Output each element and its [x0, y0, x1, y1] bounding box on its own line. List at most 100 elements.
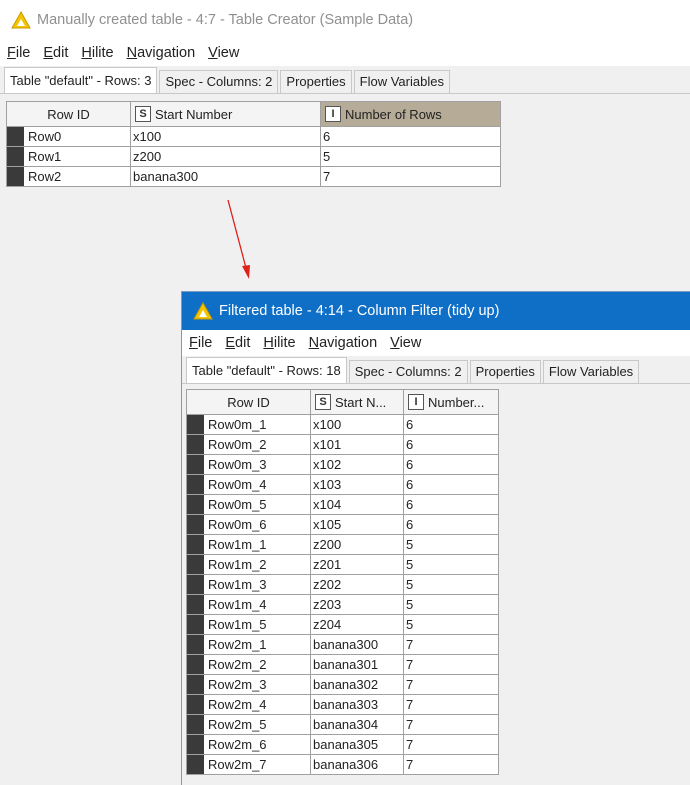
- number-of-rows-cell[interactable]: 6: [403, 434, 499, 455]
- tab-spec[interactable]: Spec - Columns: 2: [348, 360, 468, 383]
- start-number-cell[interactable]: x102: [310, 454, 404, 475]
- column-header-row-id[interactable]: Row ID: [6, 101, 131, 127]
- menu-hilite[interactable]: Hilite: [263, 335, 295, 351]
- number-of-rows-cell[interactable]: 5: [320, 146, 501, 167]
- table-row[interactable]: Row0m_3 x102 6: [186, 454, 499, 475]
- table-row[interactable]: Row1m_4 z203 5: [186, 594, 499, 615]
- table-row[interactable]: Row2m_2 banana301 7: [186, 654, 499, 675]
- row-id-cell[interactable]: Row0m_1: [186, 414, 311, 435]
- row-id-cell[interactable]: Row0m_2: [186, 434, 311, 455]
- menu-edit[interactable]: Edit: [43, 45, 68, 61]
- start-number-cell[interactable]: banana300: [130, 166, 321, 187]
- number-of-rows-cell[interactable]: 7: [320, 166, 501, 187]
- row-id-cell[interactable]: Row1m_1: [186, 534, 311, 555]
- number-of-rows-cell[interactable]: 6: [320, 126, 501, 147]
- number-of-rows-cell[interactable]: 5: [403, 574, 499, 595]
- number-of-rows-cell[interactable]: 6: [403, 494, 499, 515]
- table-row[interactable]: Row0m_4 x103 6: [186, 474, 499, 495]
- start-number-cell[interactable]: banana305: [310, 734, 404, 755]
- table-row[interactable]: Row1m_3 z202 5: [186, 574, 499, 595]
- number-of-rows-cell[interactable]: 7: [403, 754, 499, 775]
- number-of-rows-cell[interactable]: 6: [403, 514, 499, 535]
- start-number-cell[interactable]: x103: [310, 474, 404, 495]
- number-of-rows-cell[interactable]: 6: [403, 454, 499, 475]
- row-id-cell[interactable]: Row1m_4: [186, 594, 311, 615]
- row-id-cell[interactable]: Row0m_4: [186, 474, 311, 495]
- number-of-rows-cell[interactable]: 6: [403, 474, 499, 495]
- table-row[interactable]: Row2m_4 banana303 7: [186, 694, 499, 715]
- table-row[interactable]: Row0m_1 x100 6: [186, 414, 499, 435]
- start-number-cell[interactable]: x104: [310, 494, 404, 515]
- number-of-rows-cell[interactable]: 5: [403, 554, 499, 575]
- window-titlebar[interactable]: Manually created table - 4:7 - Table Cre…: [0, 0, 690, 40]
- row-id-cell[interactable]: Row2: [6, 166, 131, 187]
- column-header-number-of-rows[interactable]: I Number...: [403, 389, 499, 415]
- tab-spec[interactable]: Spec - Columns: 2: [159, 70, 279, 93]
- start-number-cell[interactable]: banana301: [310, 654, 404, 675]
- column-header-row-id[interactable]: Row ID: [186, 389, 311, 415]
- number-of-rows-cell[interactable]: 5: [403, 534, 499, 555]
- menu-navigation[interactable]: Navigation: [127, 45, 196, 61]
- row-id-cell[interactable]: Row1m_5: [186, 614, 311, 635]
- row-id-cell[interactable]: Row1: [6, 146, 131, 167]
- tab-properties[interactable]: Properties: [280, 70, 352, 93]
- row-id-cell[interactable]: Row2m_6: [186, 734, 311, 755]
- number-of-rows-cell[interactable]: 7: [403, 734, 499, 755]
- start-number-cell[interactable]: banana306: [310, 754, 404, 775]
- start-number-cell[interactable]: x105: [310, 514, 404, 535]
- table-row[interactable]: Row1m_5 z204 5: [186, 614, 499, 635]
- row-id-cell[interactable]: Row1m_2: [186, 554, 311, 575]
- window-titlebar[interactable]: Filtered table - 4:14 - Column Filter (t…: [182, 292, 690, 330]
- number-of-rows-cell[interactable]: 7: [403, 654, 499, 675]
- row-id-cell[interactable]: Row0m_5: [186, 494, 311, 515]
- row-id-cell[interactable]: Row2m_7: [186, 754, 311, 775]
- row-id-cell[interactable]: Row0: [6, 126, 131, 147]
- number-of-rows-cell[interactable]: 5: [403, 614, 499, 635]
- row-id-cell[interactable]: Row2m_3: [186, 674, 311, 695]
- table-row[interactable]: Row0m_2 x101 6: [186, 434, 499, 455]
- table-row[interactable]: Row1m_2 z201 5: [186, 554, 499, 575]
- start-number-cell[interactable]: z200: [130, 146, 321, 167]
- row-id-cell[interactable]: Row2m_1: [186, 634, 311, 655]
- tab-table[interactable]: Table "default" - Rows: 18: [186, 357, 347, 383]
- number-of-rows-cell[interactable]: 7: [403, 714, 499, 735]
- column-header-start-number[interactable]: S Start N...: [310, 389, 404, 415]
- menu-view[interactable]: View: [208, 45, 239, 61]
- table-row[interactable]: Row2m_1 banana300 7: [186, 634, 499, 655]
- row-id-cell[interactable]: Row1m_3: [186, 574, 311, 595]
- table-row[interactable]: Row1 z200 5: [6, 146, 501, 167]
- table-row[interactable]: Row2 banana300 7: [6, 166, 501, 187]
- menu-navigation[interactable]: Navigation: [309, 335, 378, 351]
- table-row[interactable]: Row0m_5 x104 6: [186, 494, 499, 515]
- table-row[interactable]: Row2m_6 banana305 7: [186, 734, 499, 755]
- number-of-rows-cell[interactable]: 7: [403, 634, 499, 655]
- number-of-rows-cell[interactable]: 7: [403, 674, 499, 695]
- menu-edit[interactable]: Edit: [225, 335, 250, 351]
- table-row[interactable]: Row2m_5 banana304 7: [186, 714, 499, 735]
- column-header-start-number[interactable]: S Start Number: [130, 101, 321, 127]
- start-number-cell[interactable]: banana304: [310, 714, 404, 735]
- menu-view[interactable]: View: [390, 335, 421, 351]
- start-number-cell[interactable]: z203: [310, 594, 404, 615]
- start-number-cell[interactable]: z200: [310, 534, 404, 555]
- tab-flow-variables[interactable]: Flow Variables: [542, 360, 640, 383]
- table-row[interactable]: Row1m_1 z200 5: [186, 534, 499, 555]
- row-id-cell[interactable]: Row2m_2: [186, 654, 311, 675]
- start-number-cell[interactable]: x100: [130, 126, 321, 147]
- start-number-cell[interactable]: z202: [310, 574, 404, 595]
- table-row[interactable]: Row2m_7 banana306 7: [186, 754, 499, 775]
- column-header-number-of-rows[interactable]: I Number of Rows: [320, 101, 501, 127]
- start-number-cell[interactable]: banana303: [310, 694, 404, 715]
- start-number-cell[interactable]: z204: [310, 614, 404, 635]
- tab-flow-variables[interactable]: Flow Variables: [353, 70, 450, 93]
- row-id-cell[interactable]: Row2m_5: [186, 714, 311, 735]
- row-id-cell[interactable]: Row0m_3: [186, 454, 311, 475]
- menu-hilite[interactable]: Hilite: [81, 45, 113, 61]
- start-number-cell[interactable]: z201: [310, 554, 404, 575]
- menu-file[interactable]: File: [189, 335, 212, 351]
- number-of-rows-cell[interactable]: 6: [403, 414, 499, 435]
- number-of-rows-cell[interactable]: 7: [403, 694, 499, 715]
- row-id-cell[interactable]: Row0m_6: [186, 514, 311, 535]
- start-number-cell[interactable]: x101: [310, 434, 404, 455]
- table-row[interactable]: Row0m_6 x105 6: [186, 514, 499, 535]
